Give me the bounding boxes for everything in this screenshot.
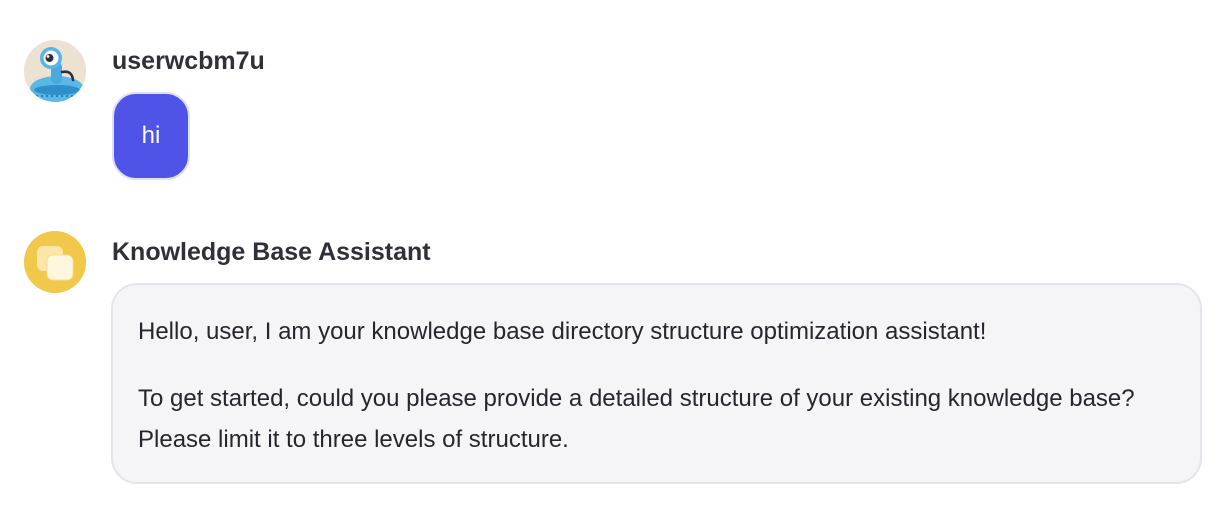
assistant-name: Knowledge Base Assistant bbox=[112, 238, 431, 266]
assistant-avatar[interactable] bbox=[24, 231, 86, 293]
assistant-message-bubble: Hello, user, I am your knowledge base di… bbox=[111, 283, 1202, 484]
assistant-message-paragraph: Hello, user, I am your knowledge base di… bbox=[138, 318, 987, 345]
assistant-message-paragraph: To get started, could you please provide… bbox=[138, 385, 1135, 453]
user-avatar[interactable] bbox=[24, 40, 86, 102]
user-name: userwcbm7u bbox=[112, 47, 265, 75]
stacked-squares-avatar-icon bbox=[24, 231, 86, 293]
robot-alien-avatar-icon bbox=[24, 40, 86, 102]
user-message-bubble: hi bbox=[112, 92, 190, 180]
user-message-text: hi bbox=[141, 122, 161, 149]
